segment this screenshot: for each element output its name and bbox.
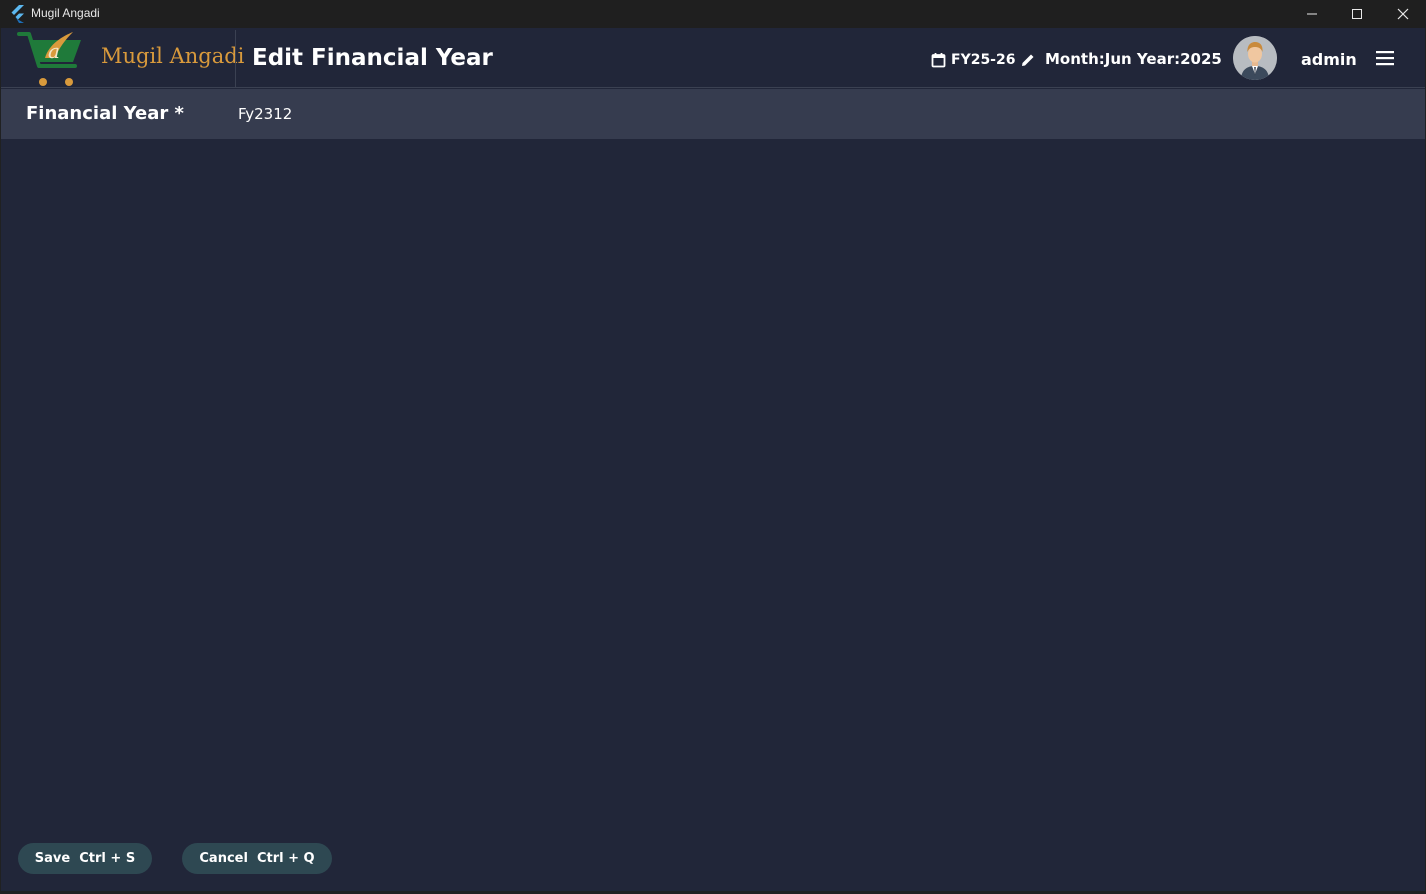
flutter-icon xyxy=(10,5,26,23)
financial-year-row: Financial Year * xyxy=(1,89,1425,139)
window-title: Mugil Angadi xyxy=(31,6,100,20)
logo-text: Mugil Angadi xyxy=(101,44,245,68)
month-year-display: Month:Jun Year:2025 xyxy=(1045,50,1222,68)
username[interactable]: admin xyxy=(1301,50,1357,69)
financial-year-selector[interactable]: FY25-26 xyxy=(931,50,1035,70)
avatar[interactable] xyxy=(1233,36,1277,80)
calendar-icon xyxy=(931,53,946,68)
minimize-icon xyxy=(1307,13,1317,15)
hamburger-menu-icon xyxy=(1376,51,1394,66)
page-title: Edit Financial Year xyxy=(252,45,493,71)
app-header: a Mugil Angadi Edit Financial Year FY25-… xyxy=(1,28,1425,88)
maximize-button[interactable] xyxy=(1334,0,1380,28)
header-divider xyxy=(235,30,236,88)
minimize-button[interactable] xyxy=(1289,0,1335,28)
financial-year-label: FY25-26 xyxy=(951,52,1016,68)
pencil-icon[interactable] xyxy=(1021,53,1035,67)
financial-year-field-label: Financial Year * xyxy=(26,103,184,124)
cancel-button[interactable]: Cancel Ctrl + Q xyxy=(182,843,332,874)
shopping-cart-logo-icon: a xyxy=(17,32,81,86)
financial-year-input[interactable] xyxy=(233,97,733,131)
logo[interactable]: a Mugil Angadi xyxy=(15,28,244,88)
close-button[interactable] xyxy=(1380,0,1426,28)
hamburger-menu-button[interactable] xyxy=(1374,47,1396,69)
svg-text:a: a xyxy=(48,39,60,63)
close-icon xyxy=(1397,8,1409,20)
window-title-bar: Mugil Angadi xyxy=(0,0,1426,28)
app-window: a Mugil Angadi Edit Financial Year FY25-… xyxy=(1,28,1425,892)
maximize-icon xyxy=(1352,9,1362,19)
save-button[interactable]: Save Ctrl + S xyxy=(18,843,152,874)
